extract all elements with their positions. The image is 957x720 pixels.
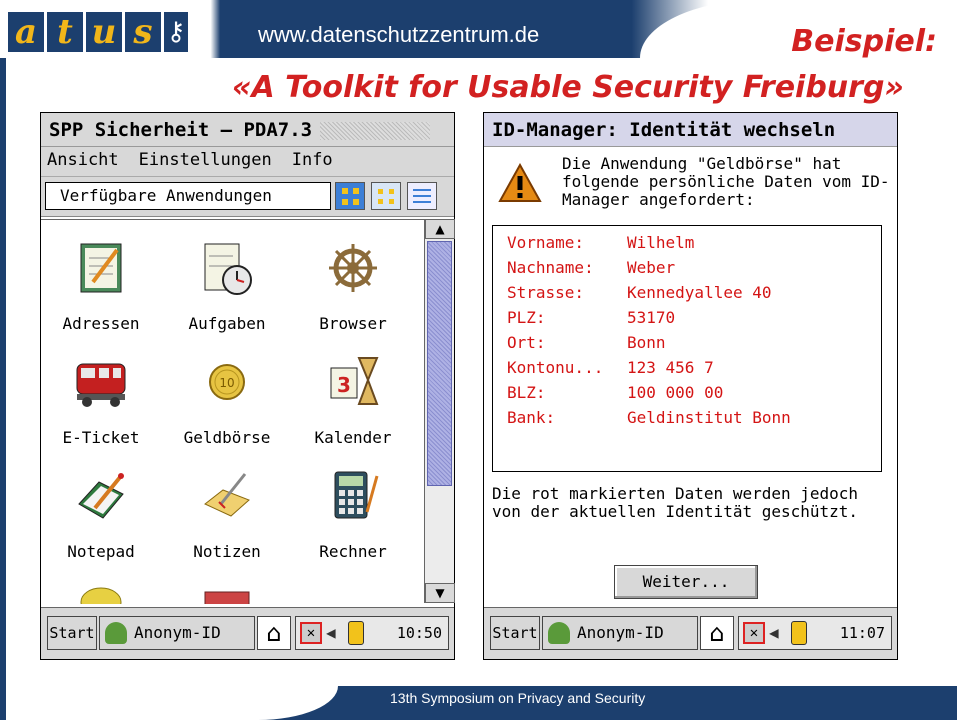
scroll-thumb[interactable] bbox=[427, 241, 452, 486]
app-aufgaben[interactable]: Aufgaben bbox=[167, 236, 287, 333]
clock: 10:50 bbox=[396, 624, 442, 642]
person-icon bbox=[105, 622, 127, 644]
data-row: Ort: Bonn bbox=[507, 333, 666, 352]
data-row: Nachname: Weber bbox=[507, 258, 676, 277]
network-icon[interactable]: ✕ bbox=[300, 622, 322, 644]
app-kalender[interactable]: 3 Kalender bbox=[293, 350, 413, 447]
app-browser[interactable]: Browser bbox=[293, 236, 413, 333]
key-icon: ⚷ bbox=[164, 12, 188, 52]
partial-app-icon bbox=[199, 576, 255, 604]
window-title: SPP Sicherheit – PDA7.3 bbox=[49, 119, 313, 141]
window-title: ID-Manager: Identität wechseln bbox=[492, 119, 836, 141]
menu-ansicht[interactable]: Ansicht bbox=[47, 150, 119, 173]
svg-text:3: 3 bbox=[337, 373, 351, 397]
menu-info[interactable]: Info bbox=[292, 150, 333, 173]
coin-icon: 10 bbox=[199, 350, 255, 412]
network-icon[interactable]: ✕ bbox=[743, 622, 765, 644]
small-icons-view-icon[interactable] bbox=[371, 182, 401, 210]
slide-left-border bbox=[0, 0, 6, 720]
system-tray: ✕ ◀ 10:50 bbox=[295, 616, 449, 650]
data-row: Kontonu... 123 456 7 bbox=[507, 358, 714, 377]
app-notizen[interactable]: Notizen bbox=[167, 464, 287, 561]
menu-bar: Ansicht Einstellungen Info bbox=[41, 147, 454, 177]
taskbar: Start Anonym-ID ⌂ ✕ ◀ 10:50 bbox=[41, 607, 454, 659]
list-view-icon[interactable] bbox=[407, 182, 437, 210]
train-icon bbox=[73, 350, 129, 412]
svg-text:10: 10 bbox=[219, 376, 234, 390]
ship-wheel-icon bbox=[325, 236, 381, 298]
start-button[interactable]: Start bbox=[47, 616, 97, 650]
atus-logo: atus ⚷ bbox=[8, 0, 188, 52]
identity-button[interactable]: Anonym-ID bbox=[99, 616, 255, 650]
app-partial-1[interactable] bbox=[41, 576, 161, 604]
home-icon[interactable]: ⌂ bbox=[257, 616, 291, 650]
data-row: Strasse: Kennedyallee 40 bbox=[507, 283, 772, 302]
data-row: Bank: Geldinstitut Bonn bbox=[507, 408, 791, 427]
data-row: Vorname: Wilhelm bbox=[507, 233, 695, 252]
menu-einstellungen[interactable]: Einstellungen bbox=[139, 150, 272, 173]
app-e-ticket[interactable]: E-Ticket bbox=[41, 350, 161, 447]
app-rechner[interactable]: Rechner bbox=[293, 464, 413, 561]
requested-data-list: Vorname: Wilhelm Nachname: Weber Strasse: K… bbox=[492, 225, 882, 472]
data-row: PLZ: 53170 bbox=[507, 308, 676, 327]
person-icon bbox=[548, 622, 570, 644]
view-select[interactable]: Verfügbare Anwendungen bbox=[45, 182, 331, 210]
scroll-up-arrow-icon[interactable]: ▲ bbox=[425, 219, 455, 239]
partial-app-icon bbox=[73, 576, 129, 604]
header-url: www.datenschutzzentrum.de bbox=[258, 22, 540, 47]
app-grid: Adressen Aufgaben Browser E-Ticket 10 Ge… bbox=[41, 219, 424, 604]
continue-button[interactable]: Weiter... bbox=[614, 565, 758, 599]
app-partial-2[interactable] bbox=[167, 576, 287, 604]
home-icon[interactable]: ⌂ bbox=[700, 616, 734, 650]
window-titlebar[interactable]: SPP Sicherheit – PDA7.3 bbox=[41, 113, 454, 147]
notepad-icon bbox=[73, 464, 129, 526]
identity-button[interactable]: Anonym-ID bbox=[542, 616, 698, 650]
tasks-icon bbox=[199, 236, 255, 298]
footer-text: 13th Symposium on Privacy and Security bbox=[390, 690, 646, 706]
scroll-down-arrow-icon[interactable]: ▼ bbox=[425, 583, 455, 603]
slide-title-line2: «A Toolkit for Usable Security Freiburg» bbox=[232, 70, 904, 105]
battery-icon[interactable] bbox=[791, 621, 807, 645]
pda-window-id-manager: ID-Manager: Identität wechseln Die Anwen… bbox=[483, 112, 898, 660]
warning-icon bbox=[498, 162, 542, 203]
toolbar: Verfügbare Anwendungen bbox=[41, 177, 454, 217]
calendar-hourglass-icon: 3 bbox=[325, 350, 381, 412]
vertical-scrollbar[interactable]: ▲ ▼ bbox=[424, 219, 455, 603]
taskbar: Start Anonym-ID ⌂ ✕ ◀ 11:07 bbox=[484, 607, 897, 659]
speaker-icon[interactable]: ◀ bbox=[326, 622, 336, 644]
app-notepad[interactable]: Notepad bbox=[41, 464, 161, 561]
app-geldboerse[interactable]: 10 Geldbörse bbox=[167, 350, 287, 447]
protection-note: Die rot markierten Daten werden jedoch v… bbox=[492, 484, 859, 521]
speaker-icon[interactable]: ◀ bbox=[769, 622, 779, 644]
data-row: BLZ: 100 000 00 bbox=[507, 383, 724, 402]
clock: 11:07 bbox=[839, 624, 885, 642]
calculator-icon bbox=[325, 464, 381, 526]
start-button[interactable]: Start bbox=[490, 616, 540, 650]
pda-window-launcher: SPP Sicherheit – PDA7.3 Ansicht Einstell… bbox=[40, 112, 455, 660]
battery-icon[interactable] bbox=[348, 621, 364, 645]
slide-title-line1: Beispiel: bbox=[791, 24, 937, 59]
dialog-message: Die Anwendung "Geldbörse" hat folgende p… bbox=[562, 154, 890, 209]
large-icons-view-icon[interactable] bbox=[335, 182, 365, 210]
system-tray: ✕ ◀ 11:07 bbox=[738, 616, 892, 650]
window-titlebar[interactable]: ID-Manager: Identität wechseln bbox=[484, 113, 897, 147]
app-adressen[interactable]: Adressen bbox=[41, 236, 161, 333]
notes-icon bbox=[199, 464, 255, 526]
address-book-icon bbox=[73, 236, 129, 298]
